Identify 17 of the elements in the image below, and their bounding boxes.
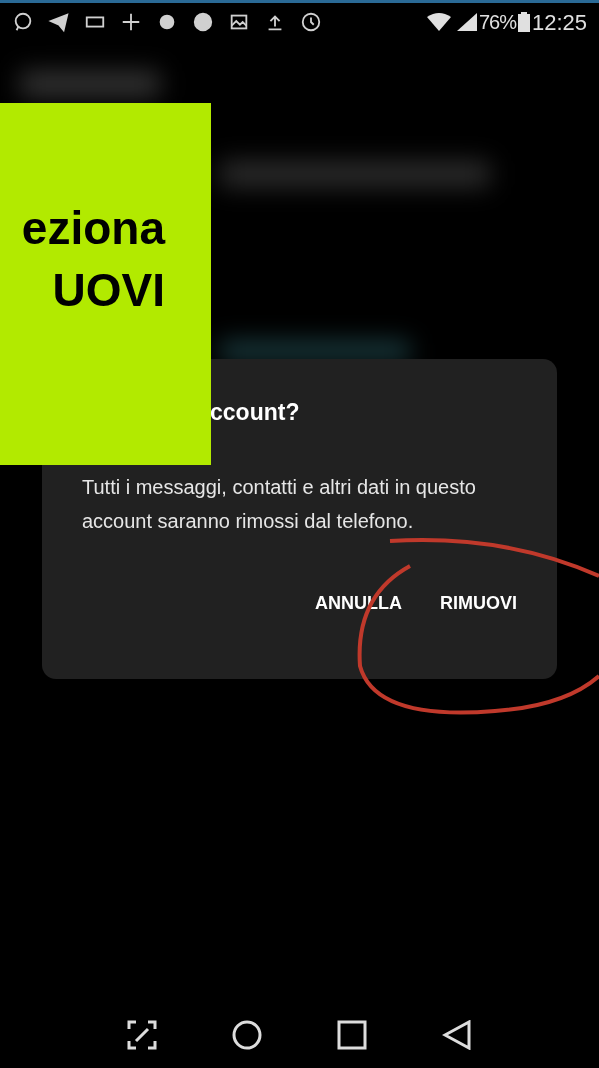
screenshot-edit-icon[interactable] (127, 1020, 158, 1050)
home-icon[interactable] (232, 1020, 263, 1050)
dialog-button[interactable]: RIMUOVI (440, 589, 517, 617)
wifi-icon (426, 13, 451, 31)
paper-plane-icon (48, 11, 70, 33)
battery-icon (517, 12, 530, 32)
recents-icon[interactable] (336, 1020, 367, 1050)
banner-text: UOVI (52, 263, 165, 318)
banner-text: eziona (21, 201, 165, 256)
back-icon[interactable] (441, 1020, 472, 1050)
battery-percentage: 76% (478, 10, 516, 35)
dialog-title: ccount? (210, 399, 300, 425)
dialog-message: Tutti i messaggi, contatti e altri dati in questo account saranno rimossi dal telefono. (82, 474, 477, 534)
chat-icon (12, 11, 34, 33)
clock-icon (300, 11, 322, 33)
clock-time: 12:25 (531, 8, 587, 37)
signal-icon (456, 13, 477, 31)
